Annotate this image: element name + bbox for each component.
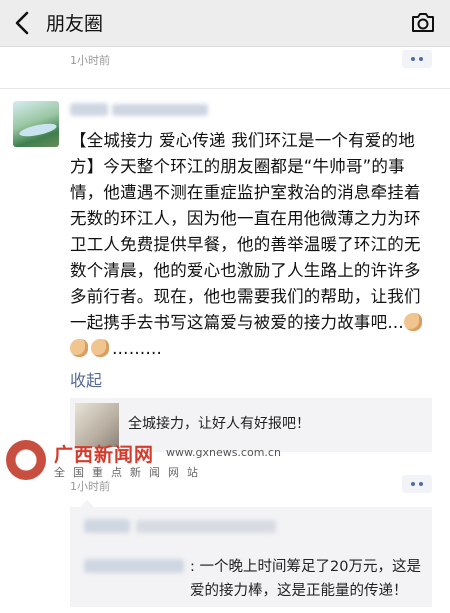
comment-text: : 一个晚上时间筹足了20万元，这是爱的接力棒，这是正能量的传递！ bbox=[190, 559, 421, 599]
commenter-name-blurred[interactable] bbox=[84, 519, 130, 533]
prev-post-more-button[interactable] bbox=[402, 50, 432, 68]
post-time: 1小时前 bbox=[70, 480, 110, 493]
watermark-logo-icon bbox=[6, 440, 46, 480]
post-divider bbox=[0, 88, 450, 89]
shared-link-title: 全城接力，让好人有好报吧！ bbox=[128, 416, 310, 432]
muscle-emoji-icon bbox=[70, 339, 88, 357]
commenter-name-blurred-2[interactable] bbox=[84, 559, 184, 573]
post-text: 【全城接力 爱心传递 我们环江是一个有爱的地方】今天整个环江的朋友圈都是“牛帅哥… bbox=[70, 128, 432, 362]
muscle-emoji-icon bbox=[91, 339, 109, 357]
avatar[interactable] bbox=[13, 101, 59, 147]
page-title: 朋友圈 bbox=[46, 13, 104, 35]
camera-icon[interactable] bbox=[410, 10, 436, 34]
author-name-blurred-2[interactable] bbox=[112, 104, 208, 116]
author-name-blurred[interactable] bbox=[70, 103, 108, 116]
post-ellipsis: ……… bbox=[112, 339, 163, 358]
post-body: 【全城接力 爱心传递 我们环江是一个有爱的地方】今天整个环江的朋友圈都是“牛帅哥… bbox=[70, 131, 421, 332]
post-more-button[interactable] bbox=[402, 475, 432, 493]
muscle-emoji-icon bbox=[404, 313, 422, 331]
back-arrow-icon[interactable] bbox=[10, 9, 36, 37]
collapse-link[interactable]: 收起 bbox=[70, 367, 102, 391]
site-watermark: 广西新闻网 www.gxnews.com.cn 全国重点新闻网站 bbox=[6, 440, 281, 480]
top-bar: 朋友圈 bbox=[0, 0, 450, 47]
comments-area: : 一个晚上时间筹足了20万元，这是爱的接力棒，这是正能量的传递！ bbox=[70, 500, 432, 607]
comment-blurred-text bbox=[136, 520, 276, 533]
prev-post-time: 1小时前 bbox=[70, 54, 110, 67]
watermark-title: 广西新闻网 bbox=[54, 444, 155, 466]
watermark-url: www.gxnews.com.cn bbox=[166, 446, 281, 459]
